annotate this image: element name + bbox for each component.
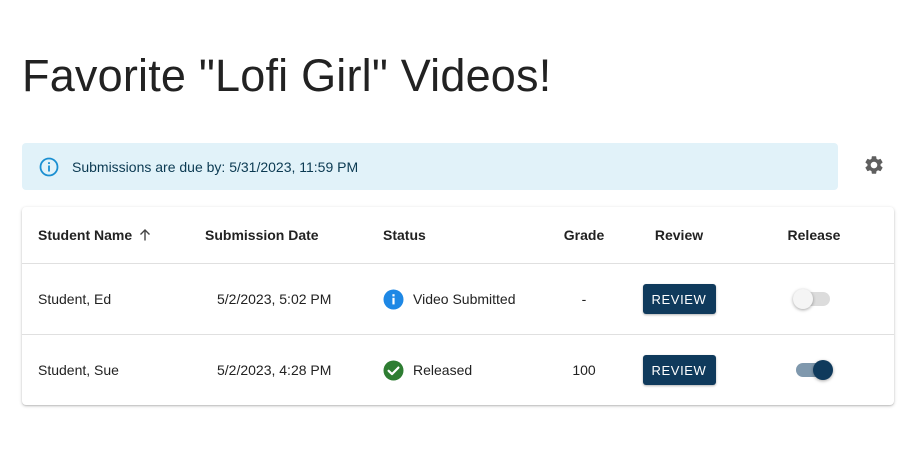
column-header-review: Review — [654, 227, 704, 243]
submissions-table: Student Name Submission Date Status Grad… — [22, 207, 894, 405]
status-text: Released — [413, 362, 473, 378]
submission-date: 5/2/2023, 4:28 PM — [217, 362, 332, 378]
table-row: Student, Ed 5/2/2023, 5:02 PM Video Subm… — [22, 264, 894, 335]
column-header-release: Release — [787, 227, 841, 243]
review-button[interactable]: REVIEW — [642, 355, 716, 385]
release-cell — [774, 335, 854, 405]
column-header-student-name[interactable]: Student Name — [38, 207, 152, 263]
info-outline-icon — [38, 156, 60, 178]
status-text: Video Submitted — [413, 291, 516, 307]
review-button[interactable]: REVIEW — [642, 284, 716, 314]
alert-text: Submissions are due by: 5/31/2023, 11:59… — [72, 158, 359, 175]
gear-icon — [863, 154, 885, 181]
table-header-row: Student Name Submission Date Status Grad… — [22, 207, 894, 264]
release-toggle[interactable] — [793, 358, 835, 382]
review-cell: REVIEW — [636, 335, 722, 405]
table-row: Student, Sue 5/2/2023, 4:28 PM Released … — [22, 335, 894, 405]
info-filled-icon — [383, 289, 404, 310]
page-title: Favorite "Lofi Girl" Videos! — [22, 50, 552, 101]
submission-date: 5/2/2023, 5:02 PM — [217, 291, 332, 307]
column-header-submission-date[interactable]: Submission Date — [205, 207, 319, 263]
review-cell: REVIEW — [636, 264, 722, 334]
student-name: Student, Ed — [38, 291, 112, 307]
toggle-thumb — [793, 289, 813, 309]
grade-value: - — [581, 291, 587, 307]
due-date-alert: Submissions are due by: 5/31/2023, 11:59… — [22, 143, 838, 190]
student-name: Student, Sue — [38, 362, 119, 378]
settings-button[interactable] — [861, 154, 887, 180]
column-header-status[interactable]: Status — [383, 207, 426, 263]
release-toggle[interactable] — [793, 287, 835, 311]
column-header-grade[interactable]: Grade — [549, 207, 619, 263]
check-circle-icon — [383, 360, 404, 381]
grade-value: 100 — [572, 362, 596, 378]
toggle-thumb — [813, 360, 833, 380]
arrow-up-icon[interactable] — [138, 228, 152, 242]
status-cell: Video Submitted — [383, 264, 515, 334]
release-cell — [774, 264, 854, 334]
status-cell: Released — [383, 335, 472, 405]
